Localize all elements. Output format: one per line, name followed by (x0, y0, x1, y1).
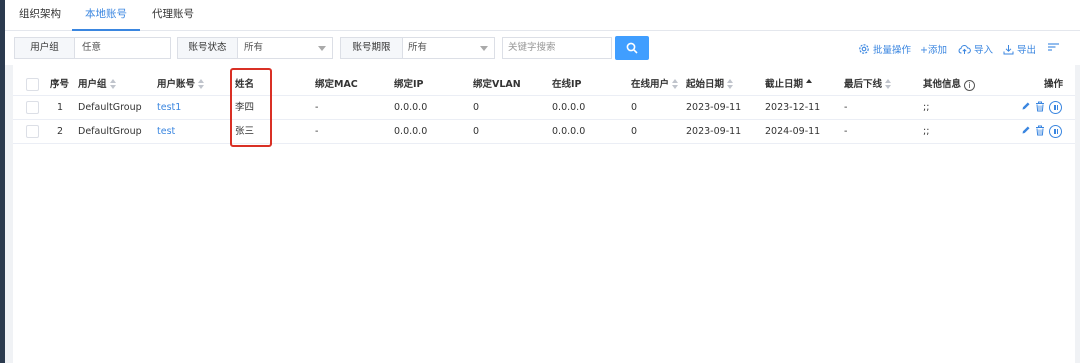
download-icon (1003, 45, 1014, 55)
cloud-upload-icon (958, 44, 971, 54)
keyword-search-input[interactable]: 关键字搜索 (502, 37, 612, 59)
cell-start-date: 2023-09-11 (686, 102, 742, 113)
pause-icon[interactable] (1049, 101, 1062, 114)
account-term-value[interactable]: 所有 (408, 38, 427, 58)
col-vlan: 绑定VLAN (473, 79, 521, 90)
cell-end-date: 2023-12-11 (765, 102, 821, 113)
account-term-select[interactable]: 账号期限 所有 (340, 37, 495, 59)
col-mac: 绑定MAC (315, 79, 358, 90)
column-settings-button[interactable] (1048, 42, 1059, 56)
col-end-date[interactable]: 截止日期 (765, 73, 813, 96)
pause-icon[interactable] (1049, 125, 1062, 138)
add-label: +添加 (920, 45, 947, 56)
tab-bar: 组织架构 本地账号 代理账号 (5, 0, 1080, 31)
cell-other-info: ;; (923, 102, 930, 113)
name-column-highlight-box (230, 68, 272, 147)
select-all-checkbox[interactable] (26, 78, 39, 91)
search-button[interactable] (615, 36, 649, 60)
gear-icon (859, 44, 869, 54)
sort-lines-icon (1048, 43, 1059, 51)
add-button[interactable]: +添加 (920, 42, 947, 56)
cell-last-offline: - (844, 126, 848, 137)
cell-ip: 0.0.0.0 (394, 102, 428, 113)
account-status-label: 账号状态 (178, 38, 238, 58)
cell-mac: - (315, 126, 319, 137)
col-index: 序号 (50, 79, 70, 90)
cell-group: DefaultGroup (78, 126, 142, 137)
cell-end-date: 2024-09-11 (765, 126, 821, 137)
batch-operation-label: 批量操作 (873, 45, 912, 56)
col-actions: 操作 (1044, 79, 1064, 90)
col-online-ip: 在线IP (552, 79, 582, 90)
cell-vlan: 0 (473, 102, 480, 113)
sort-icon[interactable] (672, 79, 679, 89)
cell-online-user: 0 (631, 126, 638, 137)
trash-icon[interactable] (1035, 125, 1045, 139)
user-group-label: 用户组 (15, 38, 75, 58)
tab-local-accounts[interactable]: 本地账号 (72, 0, 140, 31)
sort-icon[interactable] (727, 79, 734, 89)
sort-icon[interactable] (109, 79, 117, 89)
cell-ip: 0.0.0.0 (394, 126, 428, 137)
info-icon[interactable]: i (964, 80, 976, 91)
cell-online-user: 0 (631, 102, 638, 113)
edit-icon[interactable] (1021, 125, 1031, 138)
export-button[interactable]: 导出 (1003, 42, 1036, 56)
col-online-user[interactable]: 在线用户 (631, 73, 679, 96)
col-account[interactable]: 用户账号 (157, 73, 205, 96)
import-label: 导入 (974, 45, 994, 56)
cell-last-offline: - (844, 102, 848, 113)
cell-mac: - (315, 102, 319, 113)
chevron-down-icon[interactable] (318, 46, 326, 51)
account-status-value[interactable]: 所有 (244, 38, 263, 58)
cell-online-ip: 0.0.0.0 (552, 126, 586, 137)
import-button[interactable]: 导入 (958, 42, 993, 56)
search-icon (626, 42, 638, 54)
col-group[interactable]: 用户组 (78, 73, 117, 96)
table-row: 1 DefaultGroup test1 李四 - 0.0.0.0 0 0.0.… (13, 96, 1075, 120)
cell-start-date: 2023-09-11 (686, 126, 742, 137)
cell-account-link[interactable]: test1 (157, 96, 181, 119)
table-row: 2 DefaultGroup test 张三 - 0.0.0.0 0 0.0.0… (13, 120, 1075, 144)
row-checkbox[interactable] (26, 125, 39, 138)
filter-bar: 用户组 任意 账号状态 所有 账号期限 所有 关键字搜索 批量操作 +添加 导入… (5, 31, 1080, 65)
chevron-down-icon[interactable] (480, 46, 488, 51)
sort-icon[interactable] (885, 79, 892, 89)
cell-other-info: ;; (923, 126, 930, 137)
trash-icon[interactable] (1035, 101, 1045, 115)
col-last-offline[interactable]: 最后下线 (844, 73, 892, 96)
tab-proxy-accounts[interactable]: 代理账号 (152, 0, 194, 31)
table-header: 序号 用户组 用户账号 姓名 绑定MAC 绑定IP 绑定VLAN 在线IP 在线… (13, 73, 1075, 96)
cell-group: DefaultGroup (78, 102, 142, 113)
col-start-date[interactable]: 起始日期 (686, 73, 734, 96)
cell-account-link[interactable]: test (157, 120, 175, 143)
accounts-table: 序号 用户组 用户账号 姓名 绑定MAC 绑定IP 绑定VLAN 在线IP 在线… (13, 65, 1075, 363)
sort-ascending-icon[interactable] (806, 79, 813, 89)
cell-index: 1 (57, 102, 64, 113)
keyword-search-placeholder[interactable]: 关键字搜索 (508, 38, 556, 58)
user-group-filter[interactable]: 用户组 任意 (14, 37, 171, 59)
sort-icon[interactable] (198, 79, 205, 89)
cell-index: 2 (57, 126, 64, 137)
account-term-label: 账号期限 (341, 38, 403, 58)
cell-online-ip: 0.0.0.0 (552, 102, 586, 113)
col-other-info: 其他信息 i (923, 73, 976, 96)
col-ip: 绑定IP (394, 79, 424, 90)
cell-vlan: 0 (473, 126, 480, 137)
tab-org-structure[interactable]: 组织架构 (19, 0, 61, 31)
user-group-value[interactable]: 任意 (82, 38, 101, 58)
account-status-select[interactable]: 账号状态 所有 (177, 37, 333, 59)
export-label: 导出 (1017, 45, 1037, 56)
row-checkbox[interactable] (26, 101, 39, 114)
batch-operation-button[interactable]: 批量操作 (858, 42, 911, 56)
edit-icon[interactable] (1021, 101, 1031, 114)
